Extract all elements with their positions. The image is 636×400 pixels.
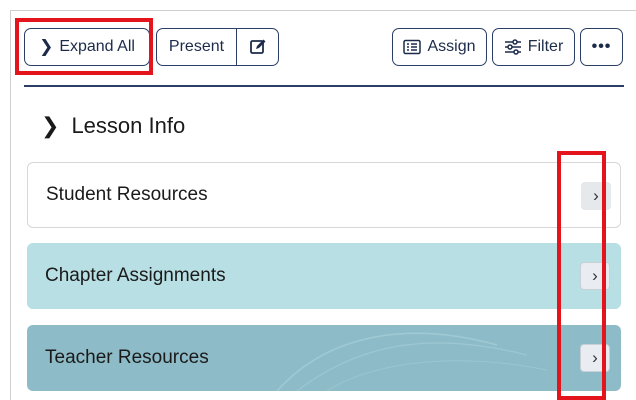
chevron-right-icon: ❯ xyxy=(41,113,60,138)
toolbar: ❯ Expand All Present Assign Filter ••• xyxy=(11,11,636,85)
card-teacher-resources[interactable]: Teacher Resources › xyxy=(27,325,621,391)
lesson-info-toggle[interactable]: ❯ Lesson Info xyxy=(41,109,185,143)
more-options-button[interactable]: ••• xyxy=(580,28,623,66)
card-label: Teacher Resources xyxy=(45,347,209,368)
chevron-right-icon: › xyxy=(592,266,598,285)
present-label: Present xyxy=(168,38,225,55)
assign-label: Assign xyxy=(427,38,476,55)
present-button[interactable]: Present xyxy=(157,29,237,65)
card-label: Chapter Assignments xyxy=(45,265,226,286)
card-open-button[interactable]: › xyxy=(581,182,611,210)
edit-icon xyxy=(249,39,265,54)
card-student-resources[interactable]: Student Resources › xyxy=(27,162,621,228)
more-icon: ••• xyxy=(591,38,612,55)
chevron-right-icon: › xyxy=(592,348,598,367)
card-label: Student Resources xyxy=(46,184,208,205)
expand-all-button[interactable]: ❯ Expand All xyxy=(24,28,150,66)
toolbar-divider xyxy=(24,85,624,87)
assign-button[interactable]: Assign xyxy=(392,28,487,66)
card-chapter-assignments[interactable]: Chapter Assignments › xyxy=(27,243,621,309)
edit-button[interactable] xyxy=(237,29,278,65)
card-open-button[interactable]: › xyxy=(580,262,610,290)
card-open-button[interactable]: › xyxy=(580,344,610,372)
filter-icon xyxy=(504,39,521,55)
lesson-panel: ❯ Expand All Present Assign Filter ••• ❯… xyxy=(10,10,636,400)
filter-button[interactable]: Filter xyxy=(492,28,575,66)
chevron-right-icon: › xyxy=(593,186,599,205)
assign-icon xyxy=(403,39,422,55)
section-title: Lesson Info xyxy=(71,113,186,138)
present-edit-group: Present xyxy=(156,28,279,66)
expand-all-label: Expand All xyxy=(59,38,135,55)
chevron-right-icon: ❯ xyxy=(39,37,54,56)
filter-label: Filter xyxy=(527,38,564,55)
